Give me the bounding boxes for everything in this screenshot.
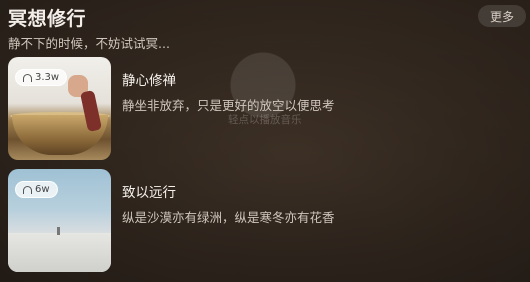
desert-dunes-image (8, 233, 111, 272)
play-count-badge: 6w (15, 181, 58, 198)
tree-image (57, 227, 60, 235)
list-item-travel[interactable]: 6w 致以远行 纵是沙漠亦有绿洲，纵是寒冬亦有花香 (8, 169, 518, 273)
item-description: 纵是沙漠亦有绿洲，纵是寒冬亦有花香 (122, 210, 335, 225)
more-button[interactable]: 更多 (478, 5, 526, 27)
item-title: 致以远行 (122, 185, 176, 201)
play-count: 3.3w (35, 72, 60, 83)
headphone-icon (23, 73, 32, 82)
thumbnail-singing-bowl: 3.3w (8, 57, 111, 160)
item-description: 静坐非放弃，只是更好的放空以便思考 (122, 98, 335, 113)
list-item-meditation[interactable]: 3.3w 静心修禅 静坐非放弃，只是更好的放空以便思考 (8, 57, 518, 161)
play-count: 6w (35, 184, 50, 195)
section-subtitle: 静不下的时候，不妨试试冥... (8, 36, 170, 51)
play-count-badge: 3.3w (15, 69, 68, 86)
thumbnail-desert: 6w (8, 169, 111, 272)
meditation-card: 冥想修行 静不下的时候，不妨试试冥... 更多 轻点以播放音乐 3.3w 静心修… (0, 0, 530, 282)
item-title: 静心修禅 (122, 73, 176, 89)
section-title: 冥想修行 (8, 8, 87, 30)
headphone-icon (23, 185, 32, 194)
